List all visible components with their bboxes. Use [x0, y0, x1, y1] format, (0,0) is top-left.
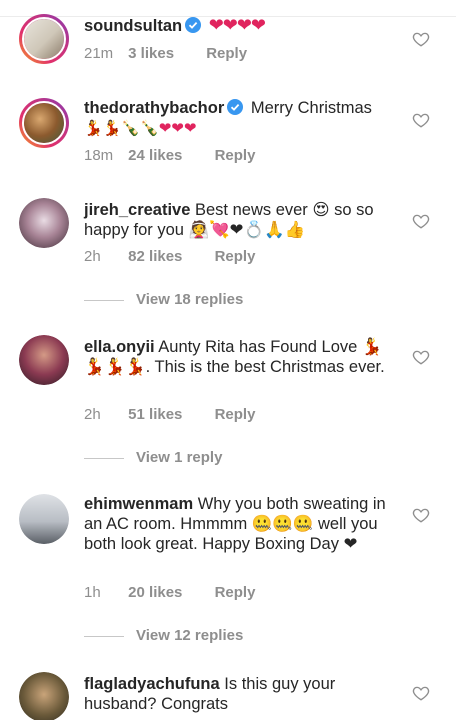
- view-replies-button[interactable]: View 12 replies: [84, 627, 243, 644]
- comment-time: 18m: [84, 147, 114, 164]
- divider: [84, 635, 124, 637]
- comment-username[interactable]: ella.onyii: [84, 338, 155, 356]
- comment-username[interactable]: flagladyachufuna: [84, 675, 220, 693]
- avatar[interactable]: [19, 494, 69, 544]
- view-replies-button[interactable]: View 1 reply: [84, 449, 222, 466]
- avatar[interactable]: [19, 198, 69, 248]
- comment-likes[interactable]: 82 likes: [128, 248, 182, 265]
- comment-meta: 21m 3 likes Reply: [84, 45, 247, 62]
- verified-badge-icon: [185, 17, 202, 33]
- comment-meta: 1h 20 likes Reply: [84, 584, 255, 601]
- comment-time: 2h: [84, 248, 101, 265]
- comment-meta: 2h 82 likes Reply: [84, 248, 255, 265]
- divider: [84, 299, 124, 301]
- heart-outline-icon[interactable]: [412, 506, 430, 524]
- comment-time: 2h: [84, 406, 101, 423]
- view-replies-label: View 1 reply: [136, 449, 223, 466]
- reply-button[interactable]: Reply: [215, 584, 256, 601]
- heart-outline-icon[interactable]: [412, 30, 430, 48]
- comment-body: ella.onyii Aunty Rita has Found Love 💃💃💃…: [84, 337, 394, 377]
- avatar[interactable]: [19, 98, 69, 148]
- view-replies-button[interactable]: View 18 replies: [84, 291, 243, 308]
- comment-likes[interactable]: 20 likes: [128, 584, 182, 601]
- comment-likes[interactable]: 3 likes: [128, 45, 174, 62]
- comment-emojis: 💃💃🍾🍾❤❤❤: [84, 119, 197, 137]
- comment-username[interactable]: thedorathybachor: [84, 99, 224, 117]
- comment-body: ehimwenmam Why you both sweating in an A…: [84, 494, 394, 554]
- reply-button[interactable]: Reply: [215, 248, 256, 265]
- comment-likes[interactable]: 51 likes: [128, 406, 182, 423]
- comment-time: 21m: [84, 45, 114, 62]
- comment-body: soundsultan ❤❤❤❤: [84, 16, 394, 36]
- comment-body: thedorathybachor Merry Christmas 💃💃🍾🍾❤❤❤: [84, 98, 394, 138]
- comment-likes[interactable]: 24 likes: [128, 147, 182, 164]
- reply-button[interactable]: Reply: [206, 45, 247, 62]
- divider: [84, 457, 124, 459]
- comment-username[interactable]: soundsultan: [84, 17, 182, 35]
- view-replies-label: View 12 replies: [136, 627, 244, 644]
- avatar[interactable]: [19, 14, 69, 64]
- comment-meta: 2h 51 likes Reply: [84, 406, 255, 423]
- heart-outline-icon[interactable]: [412, 212, 430, 230]
- avatar[interactable]: [19, 672, 69, 720]
- heart-outline-icon[interactable]: [412, 348, 430, 366]
- heart-outline-icon[interactable]: [412, 111, 430, 129]
- avatar[interactable]: [19, 335, 69, 385]
- verified-badge-icon: [227, 99, 244, 115]
- heart-outline-icon[interactable]: [412, 684, 430, 702]
- comment-time: 1h: [84, 584, 101, 601]
- comment-text: Merry Christmas: [250, 99, 372, 117]
- view-replies-label: View 18 replies: [136, 291, 244, 308]
- comment-emojis: ❤❤❤❤: [208, 15, 266, 36]
- reply-button[interactable]: Reply: [215, 147, 256, 164]
- comment-username[interactable]: ehimwenmam: [84, 495, 193, 513]
- comment-username[interactable]: jireh_creative: [84, 201, 190, 219]
- comment-meta: 18m 24 likes Reply: [84, 147, 255, 164]
- comment-body: jireh_creative Best news ever 😍 so so ha…: [84, 200, 394, 240]
- reply-button[interactable]: Reply: [215, 406, 256, 423]
- comment-body: flagladyachufuna Is this guy your husban…: [84, 674, 394, 714]
